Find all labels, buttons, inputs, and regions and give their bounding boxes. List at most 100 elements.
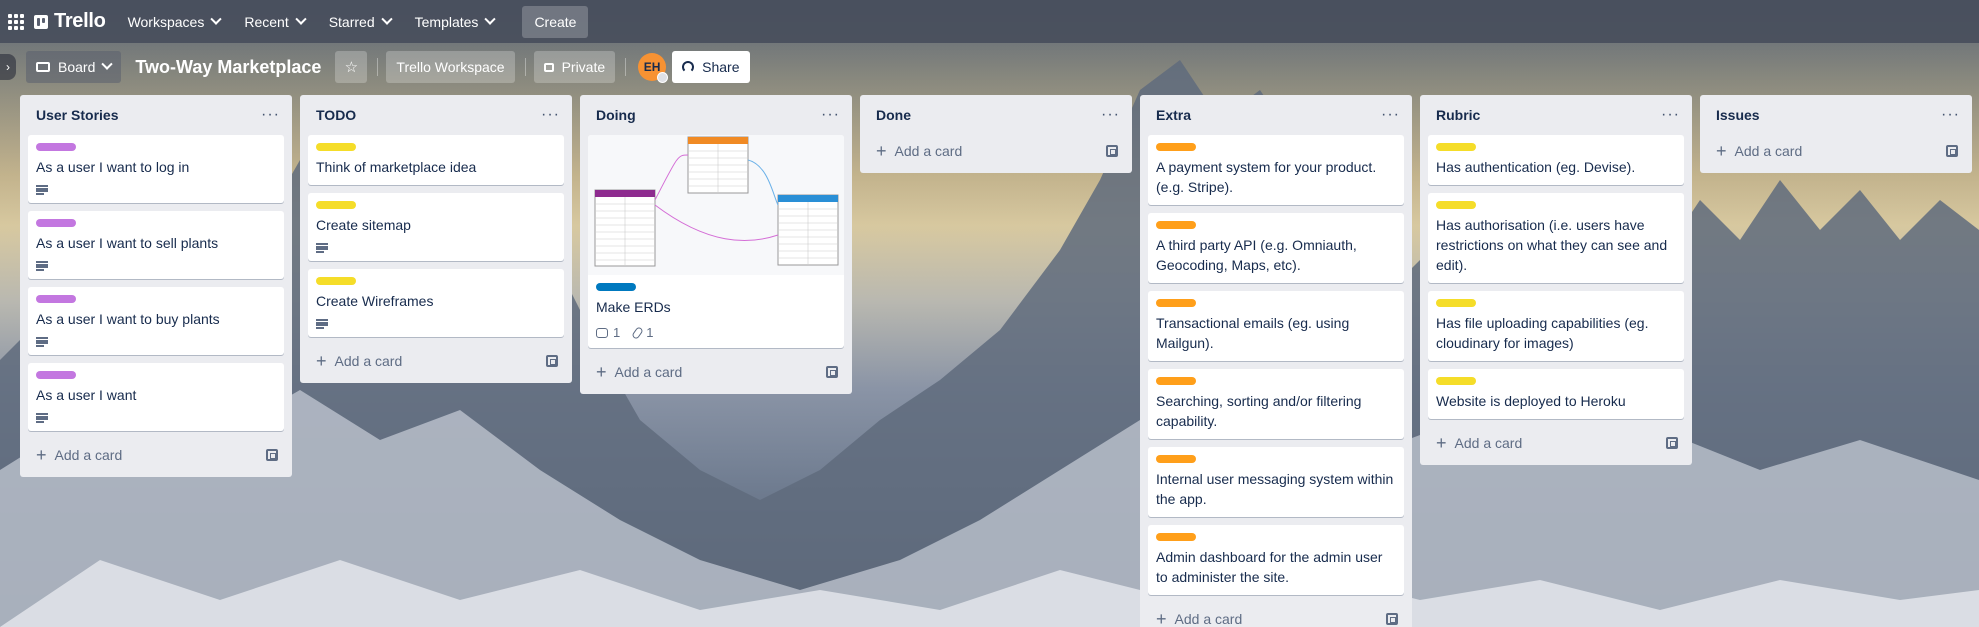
list-title[interactable]: Doing — [596, 107, 636, 123]
trello-logo[interactable]: Trello — [34, 10, 106, 33]
description-icon — [316, 319, 328, 329]
card[interactable]: Transactional emails (eg. using Mailgun)… — [1148, 291, 1404, 361]
add-card-label: Add a card — [1454, 435, 1523, 451]
card-badges: 1 1 — [596, 325, 836, 340]
card-label — [36, 371, 76, 379]
logo-text: Trello — [54, 10, 106, 32]
add-card-row: + Add a card — [28, 439, 284, 471]
workspace-button[interactable]: Trello Workspace — [386, 51, 515, 83]
add-card-button[interactable]: + Add a card — [876, 142, 962, 160]
card-title: As a user I want to sell plants — [36, 235, 219, 251]
card[interactable]: As a user I want to buy plants — [28, 287, 284, 355]
list-header: Issues ··· — [1708, 95, 1964, 135]
list-todo[interactable]: TODO ··· Think of marketplace idea Creat… — [300, 95, 572, 383]
list-title[interactable]: Extra — [1156, 107, 1191, 123]
card[interactable]: Create sitemap — [308, 193, 564, 261]
card[interactable]: Admin dashboard for the admin user to ad… — [1148, 525, 1404, 595]
recent-menu[interactable]: Recent — [234, 6, 314, 38]
chevron-down-icon — [484, 13, 497, 25]
list-title[interactable]: Issues — [1716, 107, 1760, 123]
card[interactable]: Create Wireframes — [308, 269, 564, 337]
card[interactable]: A payment system for your product. (e.g.… — [1148, 135, 1404, 205]
card[interactable]: Website is deployed to Heroku — [1428, 369, 1684, 419]
list-menu-icon[interactable]: ··· — [821, 107, 840, 123]
card[interactable]: Has authorisation (i.e. users have restr… — [1428, 193, 1684, 283]
card-template-icon[interactable] — [1386, 613, 1398, 625]
board-view-switcher[interactable]: Board — [26, 51, 122, 83]
sidebar-toggle-button[interactable]: › — [0, 54, 16, 80]
card-template-icon[interactable] — [1106, 145, 1118, 157]
create-button[interactable]: Create — [522, 5, 589, 38]
plus-icon: + — [876, 141, 887, 161]
list-done[interactable]: Done ··· + Add a card — [860, 95, 1132, 173]
board-view-label: Board — [58, 59, 96, 75]
visibility-label: Private — [561, 59, 606, 75]
board-title[interactable]: Two-Way Marketplace — [129, 57, 335, 78]
paperclip-icon — [631, 325, 645, 340]
add-card-label: Add a card — [1174, 611, 1243, 627]
card[interactable]: As a user I want to sell plants — [28, 211, 284, 279]
add-card-label: Add a card — [334, 353, 403, 369]
list-menu-icon[interactable]: ··· — [1101, 107, 1120, 123]
list-menu-icon[interactable]: ··· — [541, 107, 560, 123]
share-button[interactable]: Share — [672, 51, 750, 83]
card-title: Website is deployed to Heroku — [1436, 393, 1626, 409]
app-switcher-icon[interactable] — [8, 13, 24, 30]
card[interactable]: As a user I want — [28, 363, 284, 431]
trello-logo-icon — [34, 14, 48, 29]
card[interactable]: As a user I want to log in — [28, 135, 284, 203]
card-template-icon[interactable] — [546, 355, 558, 367]
board-canvas: User Stories ··· As a user I want to log… — [0, 95, 1979, 627]
card-title: Has file uploading capabilities (eg. clo… — [1436, 315, 1649, 351]
starred-menu[interactable]: Starred — [319, 6, 401, 38]
card[interactable]: Has authentication (eg. Devise). — [1428, 135, 1684, 185]
card-label — [36, 143, 76, 151]
add-card-button[interactable]: + Add a card — [596, 363, 682, 381]
chevron-down-icon — [380, 13, 393, 25]
list-menu-icon[interactable]: ··· — [1381, 107, 1400, 123]
card[interactable]: Make ERDs 1 1 — [588, 135, 844, 348]
list-user-stories[interactable]: User Stories ··· As a user I want to log… — [20, 95, 292, 477]
card-template-icon[interactable] — [1946, 145, 1958, 157]
list-doing[interactable]: Doing ··· Make ERDs 1 1 + Add a card — [580, 95, 852, 394]
card-title: A payment system for your product. (e.g.… — [1156, 159, 1377, 195]
add-card-button[interactable]: + Add a card — [1716, 142, 1802, 160]
card-label — [1156, 299, 1196, 307]
list-title[interactable]: TODO — [316, 107, 356, 123]
visibility-button[interactable]: Private — [533, 51, 616, 83]
comment-icon — [596, 327, 608, 338]
plus-icon: + — [316, 351, 327, 371]
add-card-row: + Add a card — [308, 345, 564, 377]
card[interactable]: Has file uploading capabilities (eg. clo… — [1428, 291, 1684, 361]
card-template-icon[interactable] — [266, 449, 278, 461]
list-menu-icon[interactable]: ··· — [261, 107, 280, 123]
list-title[interactable]: Done — [876, 107, 911, 123]
add-card-button[interactable]: + Add a card — [1436, 434, 1522, 452]
list-menu-icon[interactable]: ··· — [1941, 107, 1960, 123]
list-menu-icon[interactable]: ··· — [1661, 107, 1680, 123]
list-title[interactable]: Rubric — [1436, 107, 1480, 123]
add-card-button[interactable]: + Add a card — [1156, 610, 1242, 627]
list-header: Done ··· — [868, 95, 1124, 135]
card-title: Internal user messaging system within th… — [1156, 471, 1394, 507]
lock-icon — [543, 62, 554, 72]
card[interactable]: Internal user messaging system within th… — [1148, 447, 1404, 517]
card-title: Has authorisation (i.e. users have restr… — [1436, 217, 1668, 273]
card-cover-erd-image — [588, 135, 844, 275]
list-extra[interactable]: Extra ··· A payment system for your prod… — [1140, 95, 1412, 627]
list-issues[interactable]: Issues ··· + Add a card — [1700, 95, 1972, 173]
star-board-button[interactable]: ☆ — [335, 51, 368, 83]
add-card-button[interactable]: + Add a card — [316, 352, 402, 370]
card[interactable]: Think of marketplace idea — [308, 135, 564, 185]
list-title[interactable]: User Stories — [36, 107, 118, 123]
add-card-button[interactable]: + Add a card — [36, 446, 122, 464]
card-template-icon[interactable] — [1666, 437, 1678, 449]
member-avatar[interactable]: EH — [638, 53, 669, 83]
list-rubric[interactable]: Rubric ··· Has authentication (eg. Devis… — [1420, 95, 1692, 465]
card-label — [1156, 455, 1196, 463]
card-template-icon[interactable] — [826, 366, 838, 378]
card[interactable]: A third party API (e.g. Omniauth, Geocod… — [1148, 213, 1404, 283]
templates-menu[interactable]: Templates — [405, 6, 505, 38]
workspaces-menu[interactable]: Workspaces — [118, 6, 231, 38]
card[interactable]: Searching, sorting and/or filtering capa… — [1148, 369, 1404, 439]
